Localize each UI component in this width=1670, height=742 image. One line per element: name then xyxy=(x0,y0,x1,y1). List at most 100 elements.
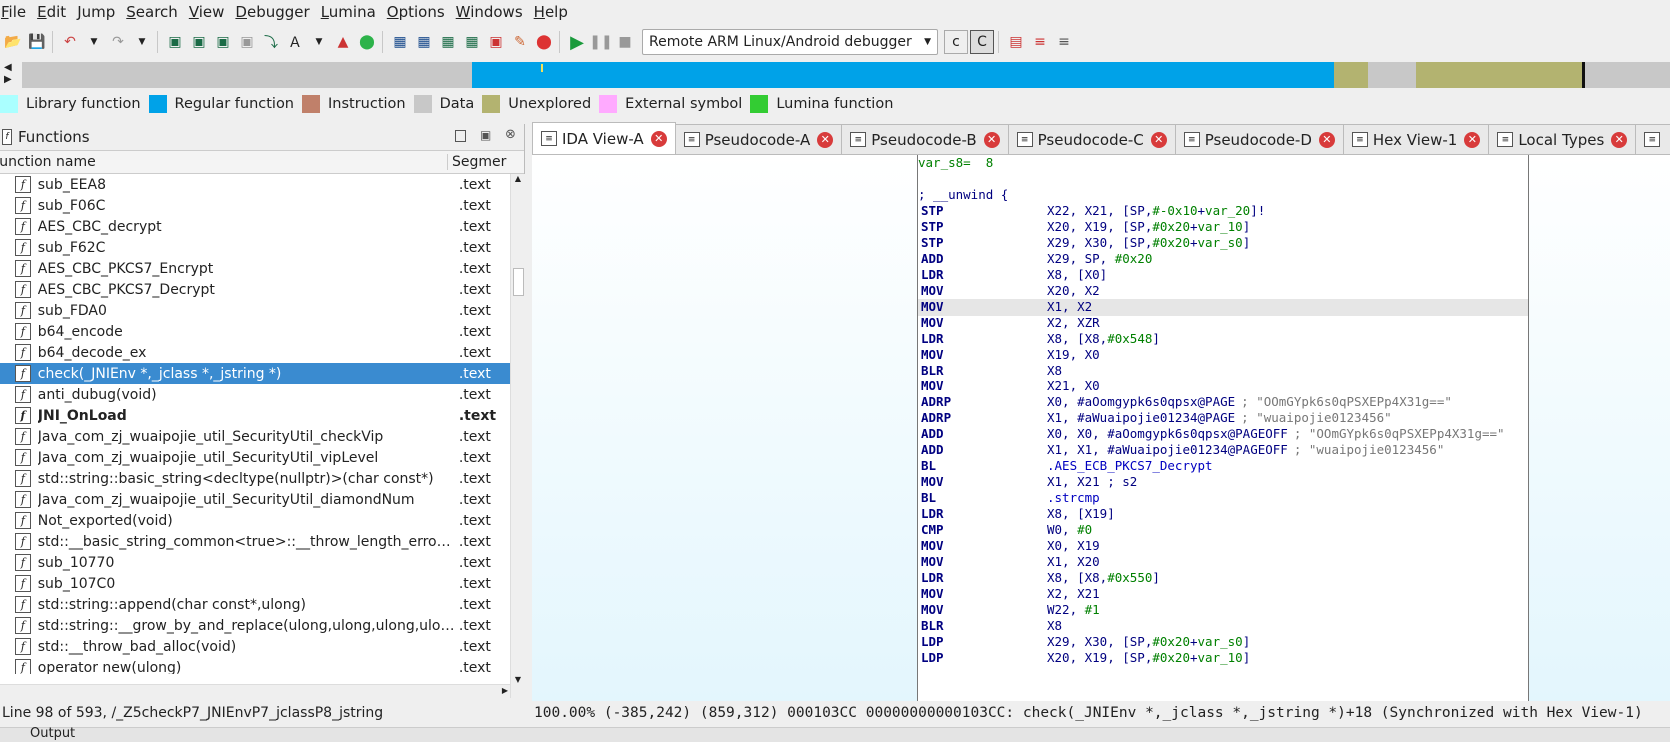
scroll-right-icon[interactable]: ▶ xyxy=(502,686,508,695)
close-icon[interactable]: ⊗ xyxy=(505,127,516,142)
edit-icon[interactable]: ✎ xyxy=(509,31,531,53)
asm-line[interactable]: MOV X21, X0 xyxy=(918,378,1528,395)
debugger-select[interactable]: Remote ARM Linux/Android debugger ▼ xyxy=(642,29,938,55)
tree-icon[interactable]: ≡ xyxy=(1053,31,1075,53)
function-row[interactable]: f sub_EEA8 .text xyxy=(0,174,510,195)
vertical-scrollbar[interactable]: ▲ ▼ xyxy=(510,174,525,698)
breakpoint-icon[interactable]: ▣ xyxy=(485,31,507,53)
asm-line[interactable]: BLR X8 xyxy=(918,363,1528,380)
asm-line[interactable]: LDR X8, [X8,#0x550] xyxy=(918,570,1528,587)
function-row[interactable]: f std::__throw_bad_alloc(void) .text xyxy=(0,636,510,657)
names-icon[interactable]: ▦ xyxy=(413,31,435,53)
sync-active-icon[interactable]: C xyxy=(970,30,994,54)
close-icon[interactable]: ✕ xyxy=(817,131,834,148)
tab-pseudocode-d[interactable]: ≡ Pseudocode-D ✕ xyxy=(1174,124,1344,154)
close-icon[interactable]: ✕ xyxy=(1318,131,1335,148)
asm-line[interactable]: MOV X1, X21 ; s2 xyxy=(918,474,1528,491)
function-row[interactable]: f sub_FDA0 .text xyxy=(0,300,510,321)
close-icon[interactable]: ✕ xyxy=(650,130,667,147)
asm-line[interactable]: CMP W0, #0 xyxy=(918,522,1528,539)
list-icon[interactable]: ▤ xyxy=(1005,31,1027,53)
structures-icon[interactable]: ▦ xyxy=(461,31,483,53)
breakpoint-list-icon[interactable]: ≡ xyxy=(1029,31,1051,53)
asm-line[interactable]: MOV X1, X20 xyxy=(918,554,1528,571)
asm-line[interactable]: MOV X19, X0 xyxy=(918,347,1528,364)
menu-options[interactable]: Options xyxy=(386,3,451,21)
function-row[interactable]: f std::string::basic_string<decltype(null… xyxy=(0,468,510,489)
tab-pseudocode-a[interactable]: ≡ Pseudocode-A ✕ xyxy=(674,124,843,154)
asm-line[interactable]: LDR X8, [X8,#0x548] xyxy=(918,331,1528,348)
asm-line[interactable]: STP X29, X30, [SP,#0x20+var_s0] xyxy=(918,235,1528,252)
segments-icon[interactable]: ▦ xyxy=(389,31,411,53)
function-row[interactable]: f Not_exported(void) .text xyxy=(0,510,510,531)
function-row[interactable]: f Java_com_zj_wuaipojie_util_SecurityUtil… xyxy=(0,426,510,447)
asm-line[interactable]: LDP X29, X30, [SP,#0x20+var_s0] xyxy=(918,634,1528,651)
asm-line[interactable]: MOV X2, X21 xyxy=(918,586,1528,603)
chevron-down-icon[interactable]: ▼ xyxy=(308,31,330,53)
function-row[interactable]: f anti_dubug(void) .text xyxy=(0,384,510,405)
functions-icon[interactable]: ▦ xyxy=(437,31,459,53)
chevron-down-icon[interactable]: ▼ xyxy=(131,31,153,53)
back-icon[interactable]: ↶ xyxy=(59,31,81,53)
function-row[interactable]: f Java_com_zj_wuaipojie_util_SecurityUtil… xyxy=(0,489,510,510)
stop-icon[interactable]: ■ xyxy=(614,31,636,53)
pause-icon[interactable]: ❚❚ xyxy=(589,31,612,53)
play-icon[interactable]: ▶ xyxy=(566,31,588,53)
asm-line[interactable]: ADD X29, SP, #0x20 xyxy=(918,251,1528,268)
menu-edit[interactable]: Edit xyxy=(36,3,72,21)
asm-line[interactable]: ADD X0, X0, #aOomgypk6s0qpsx@PAGEOFF ; "OO… xyxy=(918,426,1528,443)
function-row[interactable]: f operator new(ulong) .text xyxy=(0,657,510,674)
menu-lumina[interactable]: Lumina xyxy=(320,3,382,21)
function-row[interactable]: f AES_CBC_decrypt .text xyxy=(0,216,510,237)
close-icon[interactable]: ✕ xyxy=(983,131,1000,148)
stop-sign-icon[interactable]: ⬤ xyxy=(533,31,555,53)
function-row[interactable]: f b64_encode .text xyxy=(0,321,510,342)
graph-icon[interactable]: ▲ xyxy=(332,31,354,53)
save-icon[interactable]: 💾 xyxy=(26,31,48,53)
scroll-down-icon[interactable]: ▼ xyxy=(511,675,525,684)
asm-line[interactable]: MOV X1, X2 xyxy=(918,298,1528,316)
string-icon[interactable]: ▣ xyxy=(212,31,234,53)
float-icon[interactable]: ▣ xyxy=(480,128,491,142)
tab-local-types[interactable]: ≡ Local Types ✕ xyxy=(1488,124,1637,154)
asm-line[interactable]: ADD X1, X1, #aWuaipojie01234@PAGEOFF ; "wu… xyxy=(918,442,1528,459)
menu-view[interactable]: View xyxy=(188,3,231,21)
asm-line[interactable]: BL .AES_ECB_PKCS7_Decrypt xyxy=(918,458,1528,475)
asm-line[interactable]: MOV X0, X19 xyxy=(918,538,1528,555)
code-icon[interactable]: ▣ xyxy=(164,31,186,53)
close-icon[interactable]: ✕ xyxy=(1150,131,1167,148)
menu-debugger[interactable]: Debugger xyxy=(234,3,315,21)
menu-windows[interactable]: Windows xyxy=(455,3,529,21)
column-header-name[interactable]: Function name xyxy=(0,154,448,170)
chevron-down-icon[interactable]: ▼ xyxy=(83,31,105,53)
asm-line[interactable]: MOV W22, #1 xyxy=(918,602,1528,619)
horizontal-scrollbar[interactable]: ▶ xyxy=(0,684,510,699)
close-icon[interactable]: ✕ xyxy=(1464,131,1481,148)
tab-pseudocode-b[interactable]: ≡ Pseudocode-B ✕ xyxy=(841,124,1009,154)
tab-pseudocode-c[interactable]: ≡ Pseudocode-C ✕ xyxy=(1007,124,1176,154)
sync-icon[interactable]: c xyxy=(944,30,968,54)
function-row[interactable]: f sub_F06C .text xyxy=(0,195,510,216)
function-row[interactable]: f std::__basic_string_common<true>::__thr… xyxy=(0,531,510,552)
graph-node[interactable]: var_s8= 8; __unwind {STP X22, X21, [SP,#-… xyxy=(917,155,1529,701)
asm-line[interactable]: STP X22, X21, [SP,#-0x10+var_20]! xyxy=(918,203,1528,220)
nav-left-arrow-icon[interactable]: ◀ ▶ xyxy=(4,62,12,86)
ida-view-disassembly[interactable]: var_s8= 8; __unwind {STP X22, X21, [SP,#-… xyxy=(532,155,1670,701)
asm-line[interactable]: LDR X8, [X0] xyxy=(918,267,1528,284)
array-icon[interactable]: ▣ xyxy=(236,31,258,53)
function-row[interactable]: f std::string::__grow_by_and_replace(ulon… xyxy=(0,615,510,636)
menu-search[interactable]: Search xyxy=(125,3,184,21)
open-folder-icon[interactable]: 📂 xyxy=(2,31,24,53)
scroll-up-icon[interactable]: ▲ xyxy=(511,174,525,183)
function-row[interactable]: f AES_CBC_PKCS7_Decrypt .text xyxy=(0,279,510,300)
maximize-icon[interactable] xyxy=(455,130,466,142)
asm-line[interactable]: MOV X20, X2 xyxy=(918,283,1528,300)
menu-jump[interactable]: Jump xyxy=(76,3,121,21)
tab-ida-view-a[interactable]: ≡ IDA View-A ✕ xyxy=(532,122,676,154)
function-row[interactable]: f b64_decode_ex .text xyxy=(0,342,510,363)
function-row[interactable]: f JNI_OnLoad .text xyxy=(0,405,510,426)
asm-line[interactable]: ADRP X1, #aWuaipojie01234@PAGE ; "wuaipoji… xyxy=(918,410,1528,427)
function-row[interactable]: f Java_com_zj_wuaipojie_util_SecurityUtil… xyxy=(0,447,510,468)
tab-hex-view-1[interactable]: ≡ Hex View-1 ✕ xyxy=(1342,124,1490,154)
menu-file[interactable]: File xyxy=(0,3,32,21)
